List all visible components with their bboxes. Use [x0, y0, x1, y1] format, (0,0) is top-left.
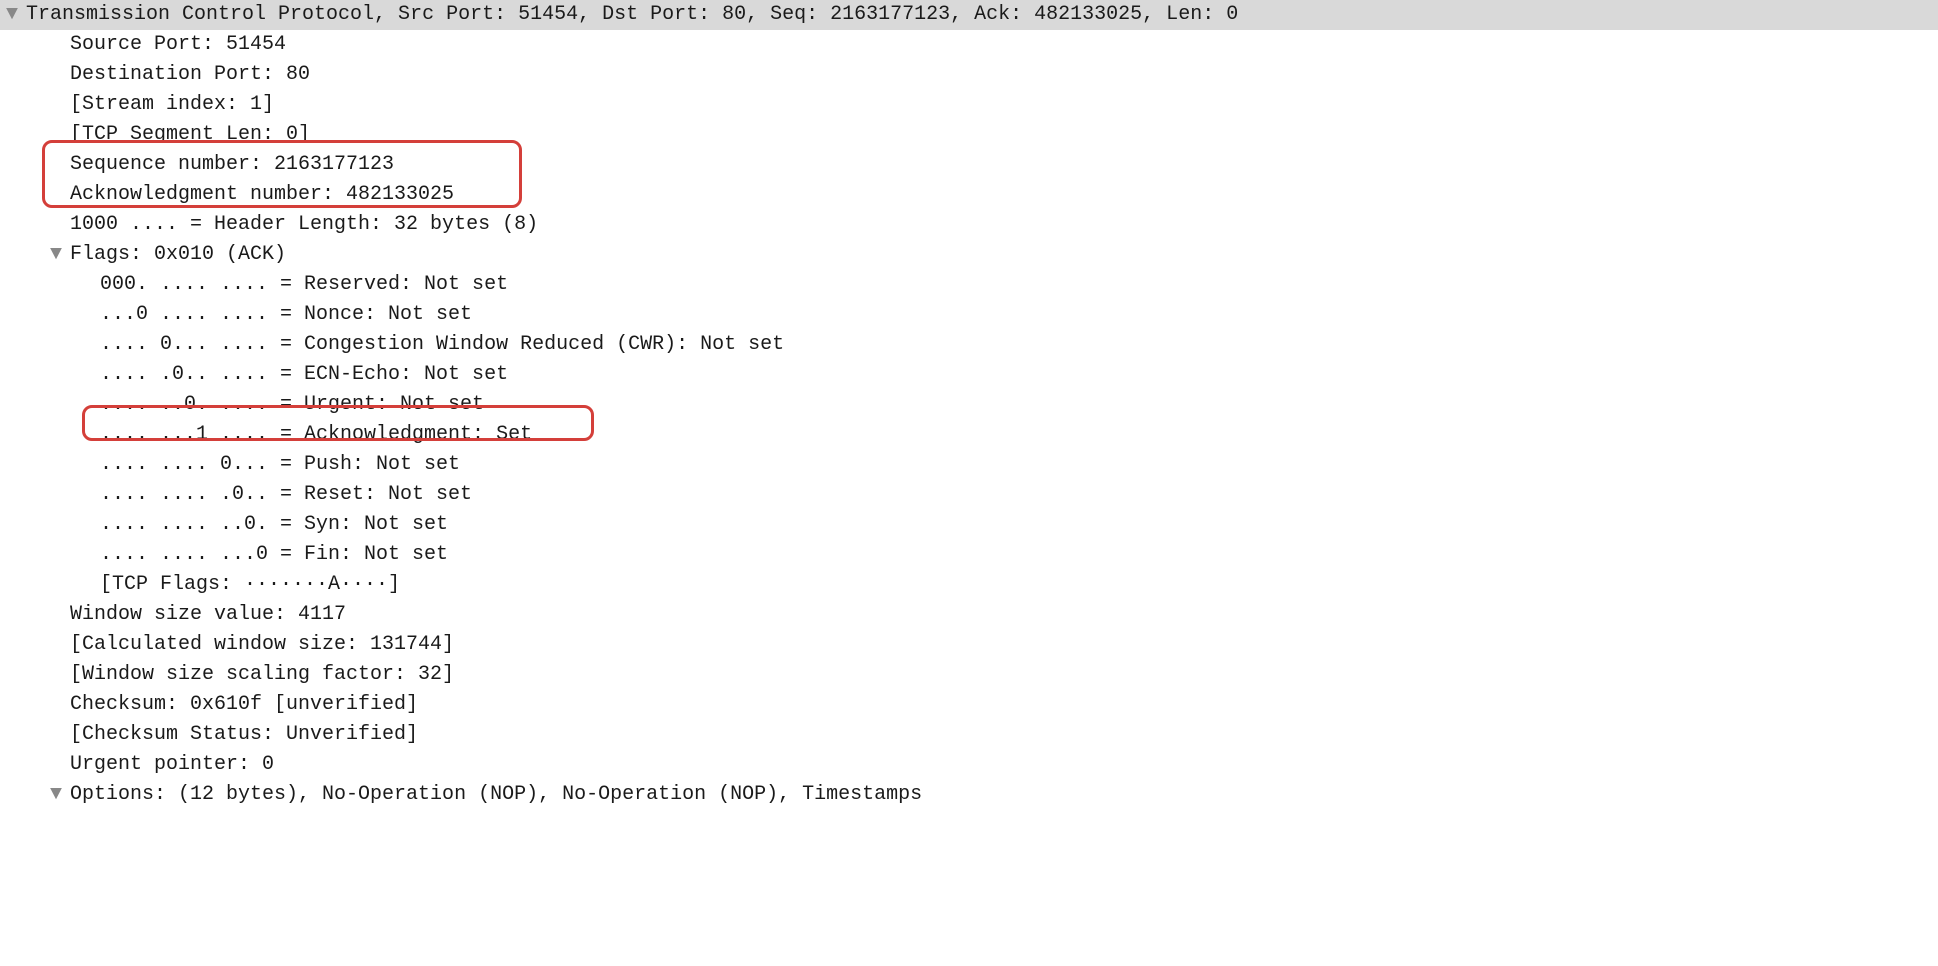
field-urgent-pointer[interactable]: Urgent pointer: 0 — [0, 750, 1938, 780]
expand-icon[interactable]: ▼ — [48, 780, 64, 810]
flag-summary[interactable]: [TCP Flags: ·······A····] — [0, 570, 1938, 600]
flag-ecn[interactable]: .... .0.. .... = ECN-Echo: Not set — [0, 360, 1938, 390]
collapse-icon[interactable]: ▼ — [48, 240, 64, 270]
flag-ack[interactable]: .... ...1 .... = Acknowledgment: Set — [0, 420, 1938, 450]
field-ack-number[interactable]: Acknowledgment number: 482133025 — [0, 180, 1938, 210]
flag-cwr[interactable]: .... 0... .... = Congestion Window Reduc… — [0, 330, 1938, 360]
field-segment-len[interactable]: [TCP Segment Len: 0] — [0, 120, 1938, 150]
collapse-icon[interactable]: ▼ — [4, 0, 20, 30]
flag-nonce[interactable]: ...0 .... .... = Nonce: Not set — [0, 300, 1938, 330]
field-dest-port[interactable]: Destination Port: 80 — [0, 60, 1938, 90]
flag-urgent[interactable]: .... ..0. .... = Urgent: Not set — [0, 390, 1938, 420]
tcp-header-row[interactable]: ▼ Transmission Control Protocol, Src Por… — [0, 0, 1938, 30]
field-source-port[interactable]: Source Port: 51454 — [0, 30, 1938, 60]
flag-fin[interactable]: .... .... ...0 = Fin: Not set — [0, 540, 1938, 570]
field-flags[interactable]: ▼ Flags: 0x010 (ACK) — [0, 240, 1938, 270]
field-window-size[interactable]: Window size value: 4117 — [0, 600, 1938, 630]
protocol-tree[interactable]: ▼ Transmission Control Protocol, Src Por… — [0, 0, 1938, 810]
field-sequence-number[interactable]: Sequence number: 2163177123 — [0, 150, 1938, 180]
field-scaling-factor[interactable]: [Window size scaling factor: 32] — [0, 660, 1938, 690]
flag-push[interactable]: .... .... 0... = Push: Not set — [0, 450, 1938, 480]
flag-reset[interactable]: .... .... .0.. = Reset: Not set — [0, 480, 1938, 510]
tcp-header-text: Transmission Control Protocol, Src Port:… — [26, 0, 1238, 30]
field-options[interactable]: ▼ Options: (12 bytes), No-Operation (NOP… — [0, 780, 1938, 810]
packet-details-pane: ▼ Transmission Control Protocol, Src Por… — [0, 0, 1938, 810]
flag-reserved[interactable]: 000. .... .... = Reserved: Not set — [0, 270, 1938, 300]
field-stream-index[interactable]: [Stream index: 1] — [0, 90, 1938, 120]
field-header-length[interactable]: 1000 .... = Header Length: 32 bytes (8) — [0, 210, 1938, 240]
field-checksum[interactable]: Checksum: 0x610f [unverified] — [0, 690, 1938, 720]
field-calc-window[interactable]: [Calculated window size: 131744] — [0, 630, 1938, 660]
field-checksum-status[interactable]: [Checksum Status: Unverified] — [0, 720, 1938, 750]
flag-syn[interactable]: .... .... ..0. = Syn: Not set — [0, 510, 1938, 540]
